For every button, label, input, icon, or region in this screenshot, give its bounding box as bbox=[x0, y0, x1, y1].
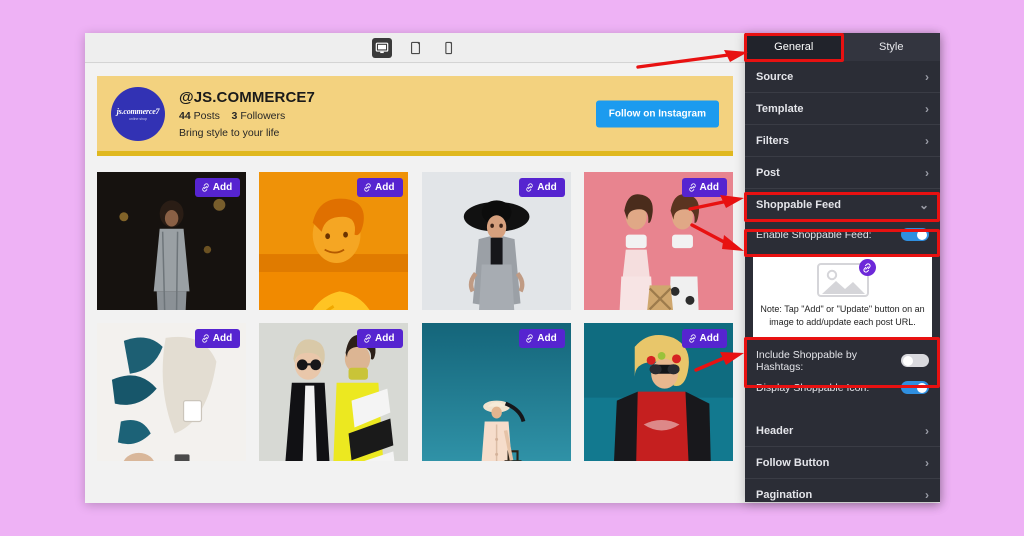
include-shoppable-hashtags-toggle[interactable] bbox=[901, 354, 929, 368]
shoppable-image-grid: Add Add Add Add Add Add Add Add bbox=[97, 172, 733, 461]
sidebar-item-source[interactable]: Source › bbox=[745, 61, 940, 93]
sidebar-item-label: Shoppable Feed bbox=[756, 198, 841, 211]
chevron-right-icon: › bbox=[925, 101, 929, 116]
profile-info: @JS.COMMERCE7 44 Posts 3 Followers Bring… bbox=[179, 89, 315, 139]
feed-tile[interactable]: Add bbox=[97, 172, 247, 310]
add-post-url-button[interactable]: Add bbox=[519, 329, 565, 348]
add-button-label: Add bbox=[375, 182, 395, 193]
link-icon bbox=[364, 183, 371, 192]
add-post-url-button[interactable]: Add bbox=[357, 178, 403, 197]
add-button-label: Add bbox=[699, 333, 719, 344]
mobile-icon bbox=[444, 41, 452, 54]
feed-tile[interactable]: Add bbox=[583, 323, 733, 461]
sidebar-item-label: Source bbox=[756, 70, 794, 83]
image-placeholder-icon bbox=[816, 259, 876, 297]
display-shoppable-icon-toggle[interactable] bbox=[901, 381, 929, 395]
add-post-url-button[interactable]: Add bbox=[681, 178, 727, 197]
sidebar-item-label: Post bbox=[756, 166, 780, 179]
sidebar-item-label: Template bbox=[756, 102, 804, 115]
sidebar-item-post[interactable]: Post › bbox=[745, 157, 940, 189]
enable-shoppable-feed-toggle[interactable] bbox=[901, 228, 929, 241]
link-icon bbox=[526, 183, 533, 192]
link-badge-icon bbox=[858, 259, 876, 276]
feed-tile[interactable]: Add bbox=[421, 323, 571, 461]
add-button-label: Add bbox=[375, 333, 395, 344]
chevron-right-icon: › bbox=[925, 69, 929, 84]
followers-count: 3 bbox=[231, 109, 238, 122]
chevron-right-icon: › bbox=[925, 423, 929, 438]
add-button-label: Add bbox=[537, 333, 557, 344]
link-icon bbox=[364, 334, 371, 343]
profile-bio: Bring style to your life bbox=[179, 126, 280, 139]
panel-tabs: General Style bbox=[745, 33, 940, 61]
feed-tile[interactable]: Add bbox=[97, 323, 247, 461]
display-shoppable-icon-label: Display Shoppable Icon: bbox=[756, 381, 870, 394]
sidebar-item-label: Filters bbox=[756, 134, 790, 147]
add-button-label: Add bbox=[212, 333, 233, 344]
add-button-label: Add bbox=[699, 182, 719, 193]
posts-count: 44 bbox=[179, 109, 191, 122]
link-icon bbox=[688, 183, 696, 192]
include-shoppable-hashtags-control: Include Shoppable by Hashtags: bbox=[745, 347, 940, 374]
chevron-right-icon: › bbox=[925, 487, 929, 502]
sidebar-item-follow-button[interactable]: Follow Button › bbox=[745, 447, 940, 480]
add-post-url-button[interactable]: Add bbox=[357, 329, 403, 348]
desktop-icon bbox=[375, 42, 389, 53]
screenshot-root: js.commerce7 online shop @JS.COMMERCE7 4… bbox=[0, 0, 1024, 536]
settings-panel: General Style Source › Template › Filter… bbox=[745, 33, 940, 502]
desktop-preview-button[interactable] bbox=[372, 37, 392, 58]
link-icon bbox=[202, 183, 209, 192]
feed-tile[interactable]: Add bbox=[259, 172, 409, 310]
sidebar-item-label: Header bbox=[756, 424, 794, 437]
add-post-url-button[interactable]: Add bbox=[194, 178, 241, 197]
add-post-url-button[interactable]: Add bbox=[194, 329, 241, 348]
add-post-url-button[interactable]: Add bbox=[519, 178, 565, 197]
add-post-url-button[interactable]: Add bbox=[681, 329, 727, 348]
enable-shoppable-feed-control: Enable Shoppable Feed: bbox=[745, 221, 940, 248]
enable-shoppable-feed-label: Enable Shoppable Feed: bbox=[756, 228, 872, 241]
panel-spacer bbox=[745, 401, 940, 415]
include-shoppable-hashtags-label: Include Shoppable by Hashtags: bbox=[756, 348, 857, 373]
profile-username: @JS.COMMERCE7 bbox=[179, 88, 315, 106]
display-shoppable-icon-control: Display Shoppable Icon: bbox=[745, 374, 940, 401]
chevron-right-icon: › bbox=[925, 455, 929, 470]
feed-tile[interactable]: Add bbox=[421, 172, 571, 310]
sidebar-item-pagination[interactable]: Pagination › bbox=[745, 479, 940, 502]
tab-general[interactable]: General bbox=[745, 33, 843, 61]
profile-stats: 44 Posts 3 Followers bbox=[179, 110, 315, 122]
posts-label: Posts bbox=[193, 109, 220, 122]
chevron-right-icon: › bbox=[925, 133, 929, 148]
sidebar-item-label: Pagination bbox=[756, 488, 813, 501]
chevron-down-icon: ⌄ bbox=[918, 197, 929, 212]
sidebar-item-shoppable-feed[interactable]: Shoppable Feed ⌄ bbox=[745, 189, 940, 221]
add-button-label: Add bbox=[537, 182, 557, 193]
follow-on-instagram-button[interactable]: Follow on Instagram bbox=[595, 100, 719, 127]
sidebar-item-label: Follow Button bbox=[756, 456, 830, 469]
chevron-right-icon: › bbox=[925, 165, 929, 180]
link-icon bbox=[526, 334, 533, 343]
link-icon bbox=[202, 334, 209, 343]
followers-label: Followers bbox=[240, 109, 286, 122]
shoppable-note-card: Note: Tap "Add" or "Update" button on an… bbox=[753, 254, 932, 340]
feed-tile[interactable]: Add bbox=[583, 172, 733, 310]
shoppable-note-text: Note: Tap "Add" or "Update" button on an… bbox=[760, 304, 925, 328]
instagram-profile-header: js.commerce7 online shop @JS.COMMERCE7 4… bbox=[97, 76, 733, 156]
sidebar-item-template[interactable]: Template › bbox=[745, 93, 940, 125]
tab-style[interactable]: Style bbox=[842, 33, 940, 61]
sidebar-item-filters[interactable]: Filters › bbox=[745, 125, 940, 157]
link-icon bbox=[688, 334, 696, 343]
mobile-preview-button[interactable] bbox=[438, 38, 458, 58]
avatar-brand-text: js.commerce7 bbox=[116, 106, 160, 116]
avatar: js.commerce7 online shop bbox=[111, 86, 165, 141]
feed-tile[interactable]: Add bbox=[259, 323, 409, 461]
tablet-preview-button[interactable] bbox=[405, 38, 425, 58]
add-button-label: Add bbox=[212, 182, 233, 193]
feed-preview-canvas: js.commerce7 online shop @JS.COMMERCE7 4… bbox=[85, 64, 745, 503]
device-preview-toolbar bbox=[85, 33, 745, 63]
sidebar-item-header[interactable]: Header › bbox=[745, 415, 940, 448]
tablet-icon bbox=[410, 41, 420, 54]
avatar-sub-text: online shop bbox=[129, 116, 147, 121]
